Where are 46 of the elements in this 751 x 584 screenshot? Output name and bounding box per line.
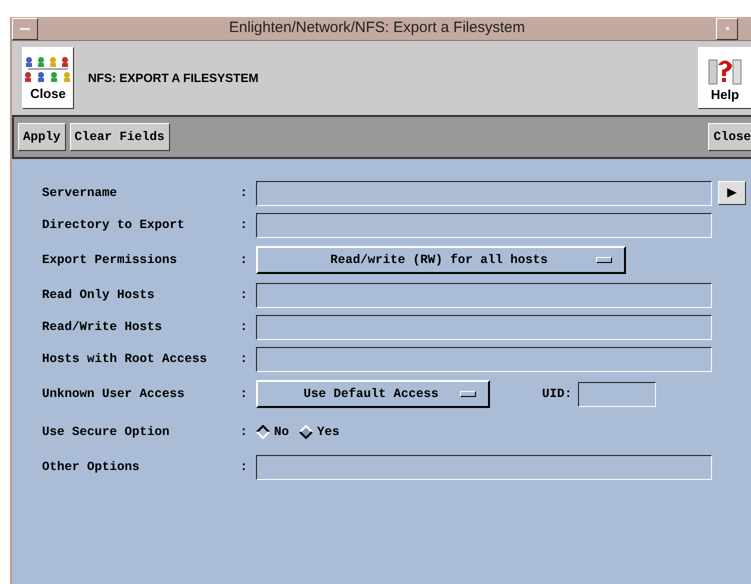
radio-diamond-icon[interactable]: [256, 425, 270, 439]
page-heading: NFS: EXPORT A FILESYSTEM: [88, 70, 260, 87]
colon: :: [240, 458, 249, 476]
text-field[interactable]: [256, 346, 712, 372]
toolbar-button[interactable]: Close: [708, 123, 751, 151]
window-menu-button[interactable]: [12, 18, 38, 40]
text-field[interactable]: [256, 454, 712, 480]
field-label: UID:: [542, 386, 572, 403]
minimize-icon: [726, 27, 728, 30]
radio-label: No: [274, 424, 290, 441]
toolbar-button[interactable]: Apply: [18, 123, 66, 151]
colon: :: [240, 184, 249, 202]
close-icon-button[interactable]: Close: [22, 47, 74, 109]
field-label: Unknown User Access: [42, 386, 186, 403]
field-label: Use Secure Option: [42, 424, 171, 441]
text-field[interactable]: [578, 382, 656, 406]
colon: :: [240, 424, 249, 441]
text-field[interactable]: [256, 212, 712, 238]
colon: :: [240, 386, 249, 403]
colon: :: [240, 286, 249, 304]
dropdown[interactable]: Use Default Access: [256, 380, 490, 408]
field-label: Hosts with Root Access: [42, 350, 208, 368]
window-title: Enlighten/Network/NFS: Export a Filesystem: [228, 18, 526, 38]
colon: :: [240, 216, 249, 234]
people-network-icon: [23, 56, 73, 84]
field-label: Directory to Export: [42, 216, 186, 234]
text-field[interactable]: [256, 314, 712, 340]
field-label: Other Options: [42, 458, 141, 476]
field-label: Servername: [42, 184, 118, 202]
radio-diamond-icon[interactable]: [299, 425, 314, 439]
dropdown-indicator-icon: [596, 257, 612, 263]
dropdown[interactable]: Read/write (RW) for all hosts: [256, 246, 626, 274]
field-label: Read Only Hosts: [42, 286, 156, 304]
help-button[interactable]: Help: [698, 47, 751, 109]
colon: :: [240, 252, 249, 269]
radio-label: Yes: [317, 424, 340, 441]
text-field[interactable]: [256, 282, 712, 308]
text-field[interactable]: [256, 180, 712, 206]
dropdown-indicator-icon: [460, 391, 476, 397]
colon: :: [240, 350, 249, 368]
arrow-button[interactable]: ▶: [718, 181, 746, 205]
field-label: Export Permissions: [42, 252, 178, 269]
colon: :: [240, 318, 249, 336]
minimize-button[interactable]: [716, 18, 738, 40]
field-label: Read/Write Hosts: [42, 318, 164, 336]
toolbar-button[interactable]: Clear Fields: [70, 123, 170, 151]
